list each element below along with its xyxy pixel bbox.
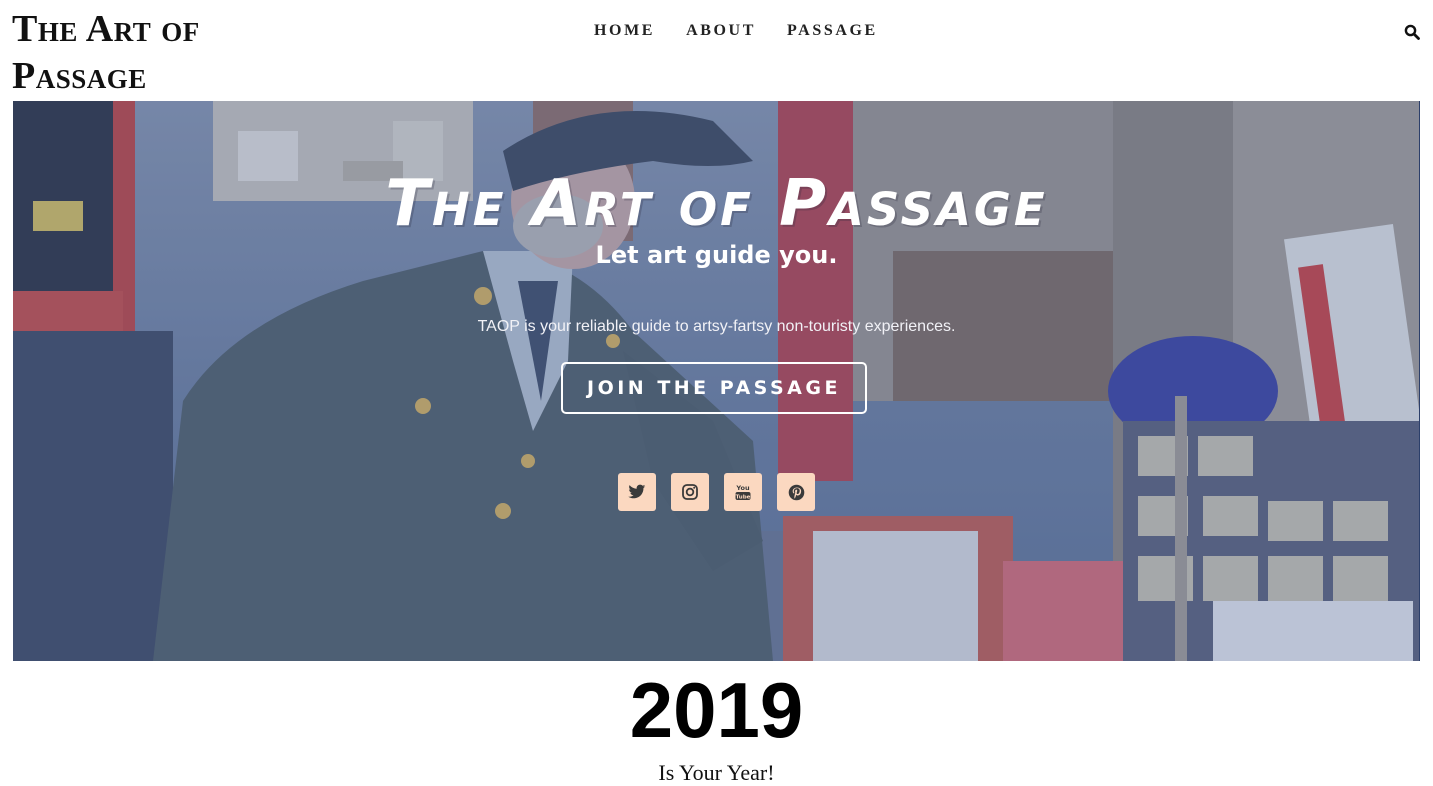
search-button[interactable]: [1404, 24, 1420, 40]
hero-edge: [1419, 101, 1420, 661]
main-nav: HOME ABOUT PASSAGE: [594, 22, 878, 40]
twitter-link[interactable]: [618, 473, 656, 511]
promo-year: 2019: [629, 666, 804, 754]
nav-about[interactable]: ABOUT: [686, 22, 756, 40]
pinterest-link[interactable]: [777, 473, 815, 511]
instagram-icon: [682, 484, 698, 500]
youtube-icon: You Tube: [735, 484, 751, 500]
hero-description: TAOP is your reliable guide to artsy-far…: [477, 318, 956, 335]
twitter-icon: [628, 484, 646, 499]
search-icon: [1404, 24, 1420, 40]
join-the-passage-button[interactable]: JOIN THE PASSAGE: [561, 362, 867, 414]
hero-section: The Art of Passage Let art guide you. TA…: [13, 101, 1420, 661]
site-title[interactable]: The Art of Passage: [12, 6, 312, 100]
svg-text:Tube: Tube: [736, 494, 751, 500]
nav-home[interactable]: HOME: [594, 22, 655, 40]
hero-content: The Art of Passage Let art guide you. TA…: [13, 101, 1420, 661]
instagram-link[interactable]: [671, 473, 709, 511]
youtube-link[interactable]: You Tube: [724, 473, 762, 511]
promo-subtitle: Is Your Year!: [658, 760, 775, 785]
hero-title: The Art of Passage: [385, 167, 1048, 241]
social-links: You Tube: [618, 473, 815, 511]
nav-passage[interactable]: PASSAGE: [787, 22, 878, 40]
pinterest-icon: [788, 484, 804, 500]
hero-tagline: Let art guide you.: [595, 241, 838, 269]
svg-text:You: You: [735, 484, 750, 492]
